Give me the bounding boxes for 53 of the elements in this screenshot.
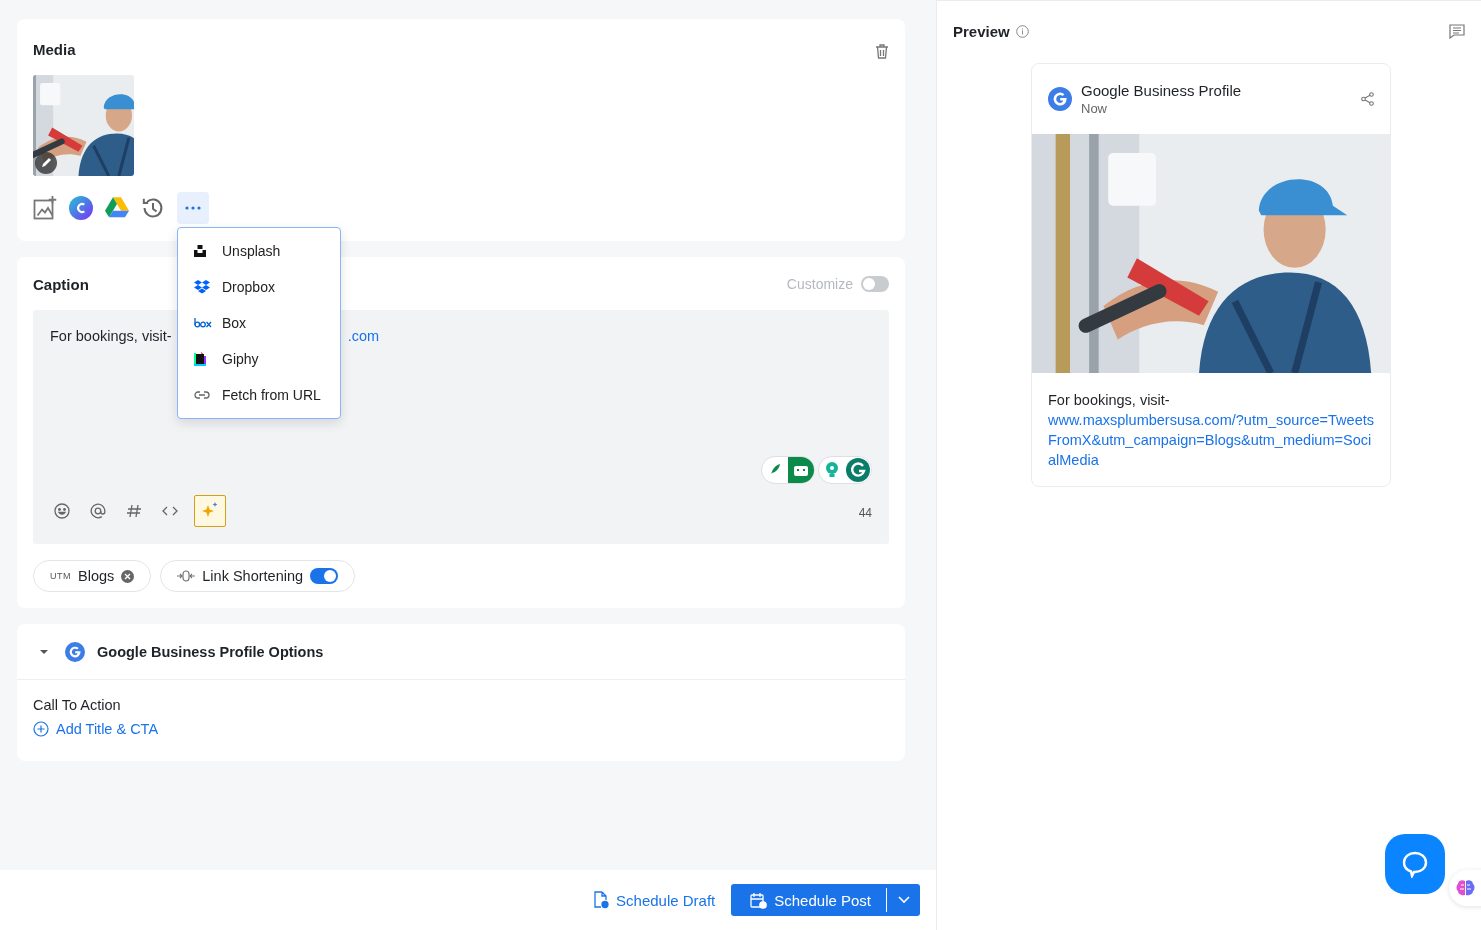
customize-label: Customize (786, 276, 853, 292)
account-name: Google Business Profile (1081, 82, 1242, 99)
logo-icon (194, 318, 212, 328)
section-title: Google Business Profile Options (97, 643, 324, 660)
share-icon[interactable] (1361, 92, 1374, 106)
schedule-draft-button[interactable]: Schedule Draft (593, 891, 716, 909)
robot-icon[interactable] (788, 457, 814, 483)
post-link[interactable]: www.maxsplumbersusa.com/?utm_source=TweetsFromX&utm_campaign=Blogs&utm_medium=SocialMedia (1048, 410, 1374, 470)
section-title: Caption (33, 275, 89, 293)
brain-icon (1456, 879, 1475, 897)
utm-chip[interactable]: UTM Blogs (33, 560, 152, 592)
toggle-switch[interactable] (310, 568, 339, 584)
field-label: Call To Action (33, 697, 122, 713)
post-time: Now (1081, 101, 1108, 116)
plus-circle-icon (33, 721, 49, 737)
g-logo-icon[interactable] (845, 457, 871, 483)
link-shortening-icon (177, 569, 196, 583)
link-icon (194, 390, 210, 400)
preview-title: Preview (953, 23, 1010, 40)
menu-item[interactable]: Giphy (178, 341, 340, 377)
post-text: For bookings, visit- (1048, 391, 1171, 410)
utm-label: Blogs (78, 568, 115, 584)
add-cta-link[interactable]: Add Title & CTA (33, 721, 889, 737)
menu-item[interactable]: Fetch from URL (178, 377, 340, 413)
giphy-icon (194, 352, 206, 366)
chevron-down-icon (897, 896, 910, 904)
add-image-icon[interactable] (33, 196, 57, 220)
info-icon[interactable] (1015, 25, 1029, 38)
help-chat-button[interactable] (1385, 834, 1445, 894)
pencil-icon[interactable] (35, 152, 57, 174)
google-logo-icon (1048, 87, 1072, 111)
drive-icon[interactable] (105, 196, 129, 220)
trash-icon[interactable] (875, 43, 889, 59)
character-count: 44 (858, 506, 872, 520)
design-app-icon[interactable] (69, 196, 93, 220)
toggle-switch[interactable] (861, 276, 889, 292)
calendar-clock-icon (750, 891, 768, 909)
caption-link[interactable]: .com (347, 328, 380, 344)
link-shortening-label: Link Shortening (202, 568, 304, 584)
caption-text: For bookings, visit- (50, 328, 172, 344)
comment-icon[interactable] (1449, 24, 1465, 39)
google-logo-icon (65, 641, 85, 662)
section-title: Media (33, 41, 76, 60)
menu-item[interactable]: Unsplash (178, 233, 340, 269)
unsplash-icon (194, 245, 206, 257)
utm-prefix: UTM (50, 571, 71, 581)
menu-item[interactable]: Dropbox (178, 269, 340, 305)
chat-bubble-icon (1401, 850, 1429, 878)
dropbox-icon (194, 280, 210, 294)
history-icon[interactable] (141, 196, 165, 220)
remove-icon[interactable] (121, 569, 135, 583)
assistant-button[interactable] (1449, 870, 1481, 906)
document-clock-icon (593, 891, 610, 909)
